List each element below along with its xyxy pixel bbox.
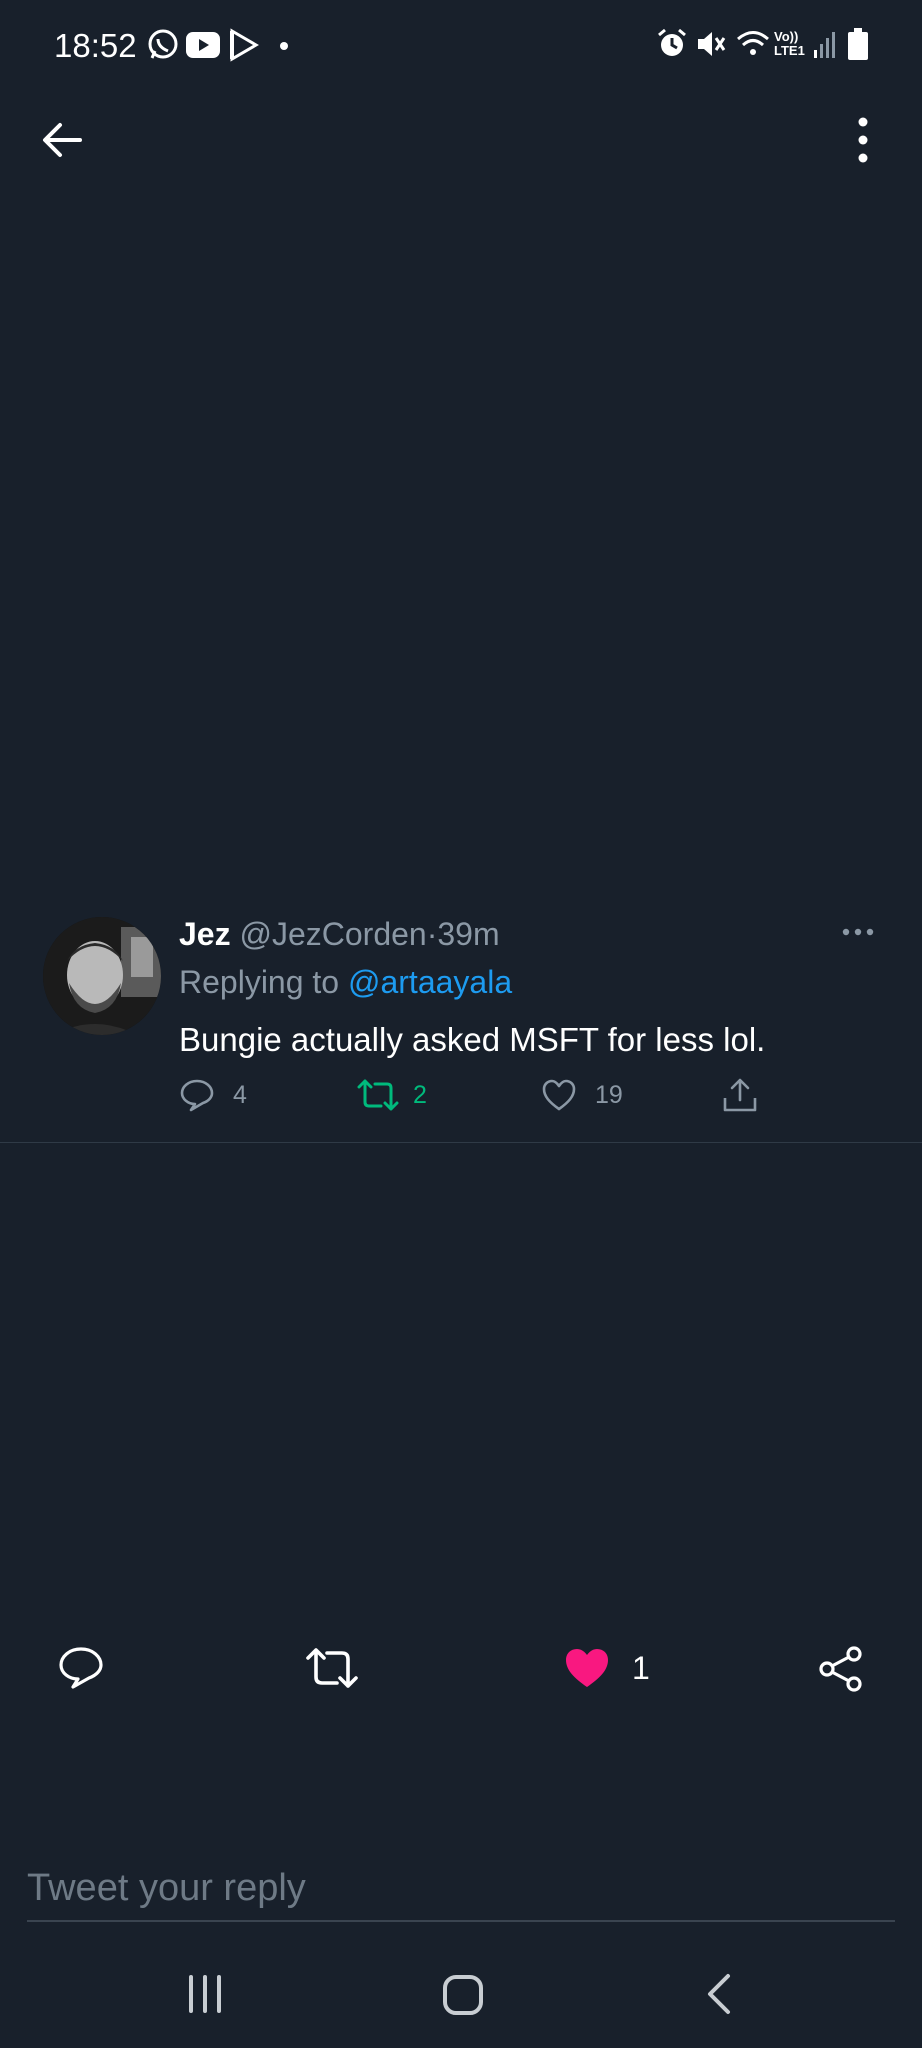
reply-input-underline — [27, 1920, 895, 1922]
chevron-left-icon — [708, 1974, 730, 2014]
comment-icon — [59, 1647, 103, 1689]
replying-to: Replying to @artaayala — [179, 960, 512, 1004]
signal-icon — [814, 28, 838, 60]
tweet-share-button[interactable] — [722, 1076, 758, 1114]
wifi-icon — [736, 28, 770, 60]
share-nodes-icon — [819, 1646, 862, 1692]
author-name[interactable]: Jez — [179, 916, 231, 952]
separator-dot: · — [426, 916, 438, 952]
recent-apps-icon — [189, 1975, 221, 2013]
retweet-icon — [306, 1648, 358, 1688]
like-count: 19 — [595, 1081, 623, 1109]
retweet-icon — [357, 1079, 399, 1111]
share-button[interactable] — [818, 1646, 864, 1692]
reply-input[interactable] — [27, 1858, 895, 1918]
network-type: Vo)) LTE1 — [774, 30, 805, 58]
tweet-like-button[interactable]: 19 — [541, 1078, 623, 1112]
arrow-left-icon — [43, 123, 82, 157]
more-options-button[interactable] — [848, 116, 878, 164]
play-store-icon — [228, 28, 260, 62]
share-icon — [723, 1078, 757, 1112]
home-button[interactable] — [442, 1974, 484, 2016]
back-button[interactable] — [40, 120, 84, 160]
like-count: 1 — [632, 1650, 650, 1686]
heart-filled-icon — [566, 1649, 608, 1687]
lte-label: LTE1 — [774, 43, 805, 58]
divider — [0, 1142, 922, 1143]
like-button[interactable]: 1 — [564, 1647, 650, 1689]
tweet-reply-button[interactable]: 4 — [179, 1078, 247, 1112]
retweet-button[interactable] — [305, 1646, 359, 1690]
avatar[interactable] — [43, 917, 161, 1035]
mute-icon — [696, 28, 726, 60]
youtube-icon — [186, 32, 220, 58]
alarm-icon — [656, 28, 688, 60]
replying-handle-link[interactable]: @artaayala — [348, 964, 512, 1000]
reply-count: 4 — [233, 1081, 247, 1109]
tweet-time: 39m — [437, 916, 500, 952]
tweet-text: Bungie actually asked MSFT for less lol. — [179, 1021, 766, 1058]
notification-dot-icon — [280, 42, 288, 50]
recent-apps-button[interactable] — [186, 1974, 224, 2014]
comment-icon — [180, 1079, 214, 1112]
replying-prefix: Replying to — [179, 964, 340, 1000]
more-vertical-icon — [858, 117, 868, 163]
tweet-author-line: Jez @JezCorden·39m — [179, 912, 500, 956]
more-horizontal-icon — [842, 928, 874, 936]
author-handle[interactable]: @JezCorden — [239, 916, 426, 952]
home-icon — [443, 1975, 483, 2015]
tweet-retweet-button[interactable]: 2 — [357, 1078, 427, 1112]
system-back-button[interactable] — [704, 1972, 734, 2016]
reply-button[interactable] — [58, 1646, 104, 1690]
retweet-count: 2 — [413, 1081, 427, 1109]
battery-icon — [848, 28, 868, 60]
heart-outline-icon — [542, 1079, 576, 1111]
status-time: 18:52 — [54, 27, 137, 64]
whatsapp-icon — [146, 28, 180, 62]
volte-label: Vo)) — [774, 29, 799, 44]
tweet-more-button[interactable] — [842, 926, 874, 938]
